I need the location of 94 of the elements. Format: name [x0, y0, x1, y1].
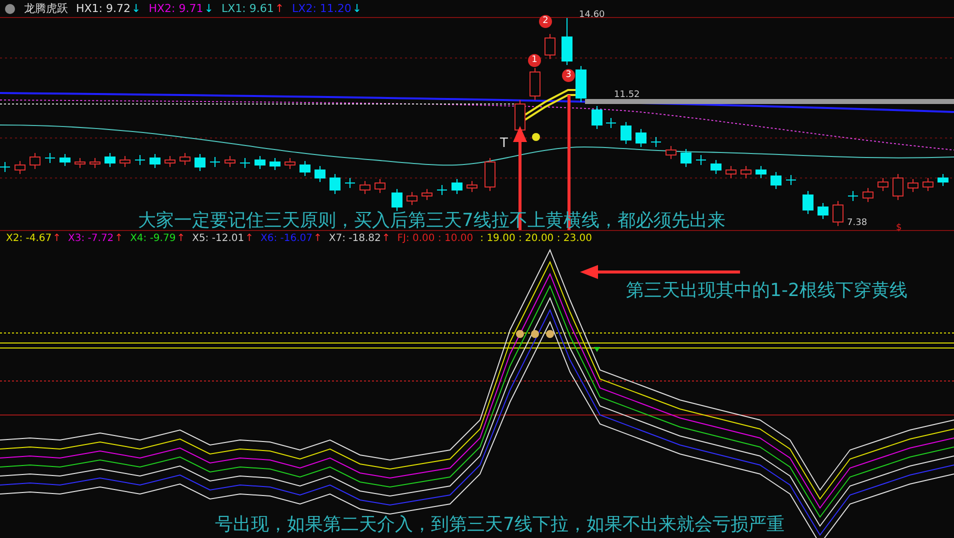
candlestick	[60, 154, 70, 166]
candlestick	[466, 180, 478, 192]
candlestick	[240, 158, 250, 168]
candlestick	[922, 178, 934, 192]
candlestick	[300, 160, 310, 176]
price-label: 11.52	[614, 90, 640, 100]
candlestick	[134, 154, 146, 166]
candlestick	[530, 68, 540, 100]
trend-arrow: ↑	[52, 233, 62, 244]
candlestick	[254, 156, 266, 170]
candlestick	[484, 158, 496, 192]
candlestick	[452, 178, 462, 194]
candlestick	[150, 154, 160, 168]
indicator-value: FJ: 0.00 : 10.00	[397, 233, 474, 244]
trend-arrow: ↑	[114, 233, 124, 244]
candlestick	[374, 178, 386, 194]
trend-arrow: ↑	[176, 233, 186, 244]
candlestick	[14, 160, 26, 174]
signal-mark: T	[500, 136, 508, 151]
candlestick	[938, 174, 948, 186]
candlestick	[544, 34, 556, 60]
candlestick	[0, 162, 10, 172]
indicator-value: LX2: 11.20	[292, 2, 352, 15]
candlestick	[284, 158, 296, 170]
candlestick	[710, 160, 722, 174]
candlestick	[270, 158, 280, 170]
annotation-text: 号出现，如果第二天介入，到第三天7线下拉，如果不出来就会亏损严重	[215, 513, 784, 536]
indicator-value: : 19.00 : 20.00 : 23.00	[480, 233, 592, 244]
trend-arrow: ↓	[352, 2, 362, 15]
indicator-title: 龙腾虎跃	[24, 1, 68, 16]
trend-arrow: ↑	[245, 233, 254, 244]
candlestick	[636, 128, 646, 148]
candlestick	[696, 154, 706, 166]
trend-arrow: ↑	[313, 233, 322, 244]
marker-badge: 3	[562, 69, 575, 82]
candlestick	[90, 158, 100, 168]
candlestick	[680, 148, 692, 168]
candlestick	[620, 122, 632, 144]
candlestick	[786, 174, 796, 186]
trend-arrow: ↑	[274, 2, 284, 15]
indicator-value: X2: -4.67	[6, 233, 52, 244]
candlestick	[862, 188, 874, 202]
down-arrow-icon	[594, 347, 600, 352]
candlestick	[592, 106, 602, 130]
candle-wick	[566, 18, 568, 38]
candlestick	[756, 166, 766, 178]
indicator-value: X7: -18.82	[328, 233, 381, 244]
candlestick	[210, 156, 220, 168]
annotation-text: 第三天出现其中的1-2根线下穿黄线	[626, 279, 908, 302]
candlestick	[194, 154, 206, 172]
indicator-value: X4: -9.79	[130, 233, 176, 244]
candlestick	[818, 202, 828, 220]
candlestick	[650, 136, 662, 148]
candlestick	[406, 192, 418, 206]
candlestick	[740, 166, 752, 178]
candlestick	[120, 156, 130, 168]
candlestick	[314, 166, 326, 182]
indicator-value: X3: -7.72	[68, 233, 114, 244]
candlestick	[224, 156, 236, 168]
candlestick	[392, 188, 402, 212]
signal-mark: $	[896, 223, 902, 233]
indicator-value: HX2: 9.71	[148, 2, 204, 15]
candlestick	[422, 188, 432, 200]
candlestick	[832, 200, 844, 226]
candlestick	[606, 118, 616, 128]
trend-arrow: ↑	[382, 233, 390, 244]
marker-badge: 1	[528, 54, 541, 67]
candlestick	[666, 146, 676, 160]
trend-arrow: ↓	[132, 2, 141, 15]
candlestick	[104, 152, 116, 168]
candlestick	[180, 152, 190, 166]
candlestick	[848, 190, 858, 202]
candlestick	[436, 184, 448, 196]
marker-badge: 2	[539, 15, 552, 28]
trend-arrow: ↓	[204, 2, 214, 15]
candlestick	[74, 158, 86, 168]
candlestick	[44, 152, 56, 164]
candlestick	[344, 178, 356, 188]
candlestick	[164, 156, 176, 168]
candlestick	[576, 66, 586, 102]
candlestick	[30, 152, 40, 170]
candlestick	[770, 172, 782, 190]
candlestick	[892, 174, 904, 200]
price-label: 7.38	[847, 218, 868, 228]
candlestick	[360, 180, 370, 194]
candlestick	[878, 178, 888, 192]
indicator-value: X6: -16.07	[260, 233, 312, 244]
candlestick	[726, 166, 736, 178]
candlestick	[802, 190, 814, 214]
indicator-value: X5: -12.01	[192, 233, 244, 244]
indicator-value: HX1: 9.72	[76, 2, 131, 15]
indicator-value: LX1: 9.61	[221, 2, 274, 15]
candlestick	[330, 174, 340, 194]
candlestick	[908, 178, 918, 192]
